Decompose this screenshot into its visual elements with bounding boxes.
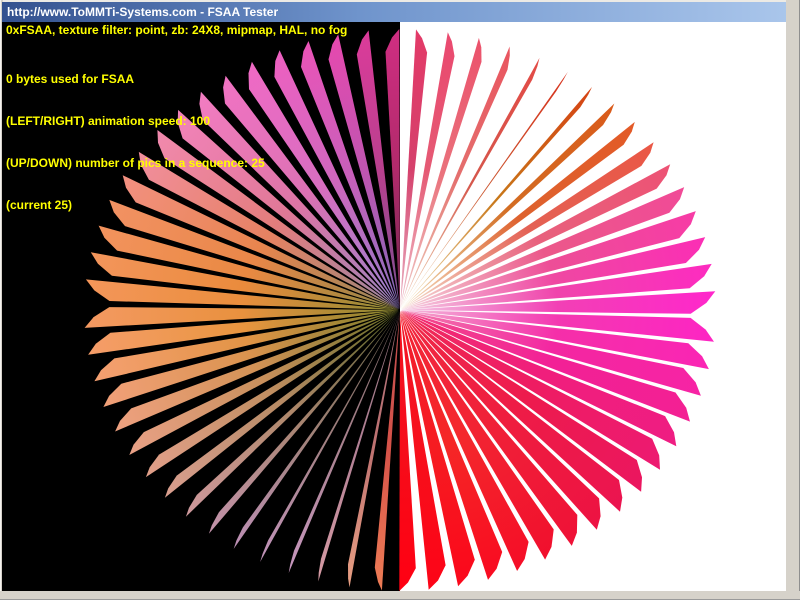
title-bar[interactable]: http://www.ToMMTi-Systems.com - FSAA Tes… — [2, 2, 797, 22]
window-border-bottom — [0, 591, 800, 600]
hud-bytes-line: 0 bytes used for FSAA — [6, 72, 265, 86]
hud-info-block: 0 bytes used for FSAA (LEFT/RIGHT) anima… — [6, 44, 265, 240]
hud-overlay: 0xFSAA, texture filter: point, zb: 24X8,… — [4, 23, 24, 79]
hud-speed-line: (LEFT/RIGHT) animation speed: 100 — [6, 114, 265, 128]
fsaa-status-line: 0xFSAA, texture filter: point, zb: 24X8,… — [6, 23, 347, 37]
hud-current-line: (current 25) — [6, 198, 265, 212]
render-area: 0xFSAA, texture filter: point, zb: 24X8,… — [2, 22, 787, 593]
hud-sequence-line: (UP/DOWN) number of pics in a sequence: … — [6, 156, 265, 170]
app-window: http://www.ToMMTi-Systems.com - FSAA Tes… — [0, 0, 800, 600]
window-border-right — [786, 0, 800, 600]
window-title: http://www.ToMMTi-Systems.com - FSAA Tes… — [7, 5, 278, 19]
